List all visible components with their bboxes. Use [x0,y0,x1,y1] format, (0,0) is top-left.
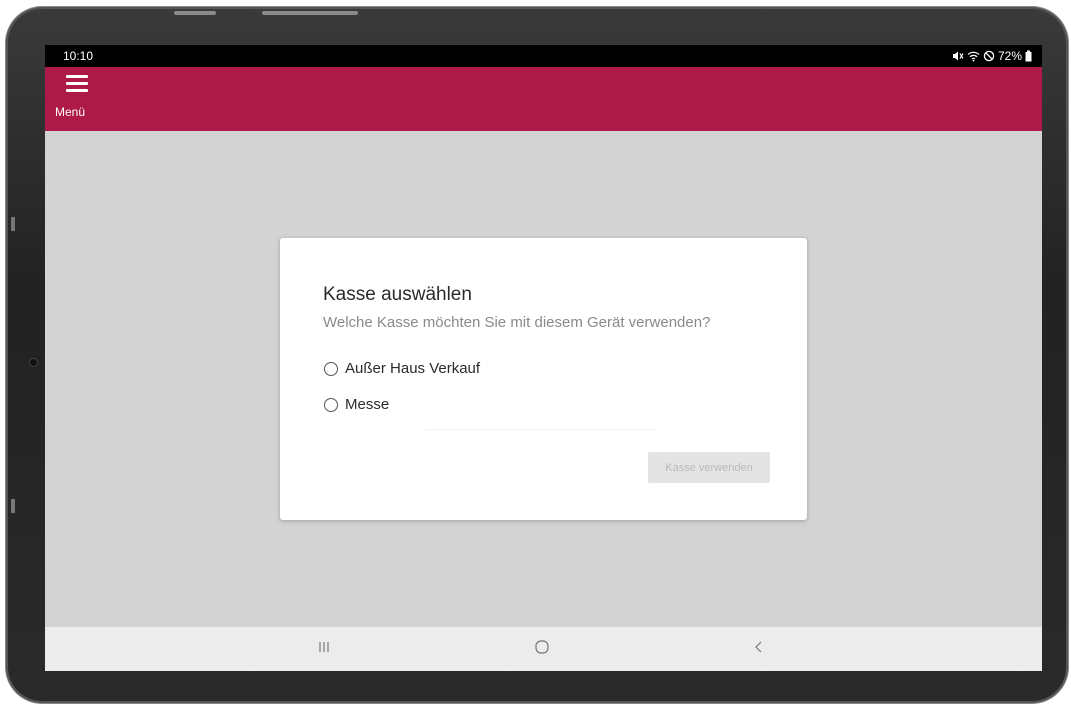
home-button[interactable] [522,635,562,663]
app-bar: Menü [45,67,1042,131]
recent-apps-icon [317,640,331,659]
wifi-icon [967,50,980,62]
radio-button-icon[interactable] [324,361,338,376]
status-bar: 10:10 72% [45,45,1042,67]
select-register-dialog: Kasse auswählen Welche Kasse möchten Sie… [280,238,807,520]
menu-label: Menü [55,105,86,119]
divider [426,429,656,430]
home-icon [534,639,550,660]
register-option-label: Messe [345,396,390,413]
hamburger-icon [66,75,88,95]
do-not-disturb-icon [983,50,995,62]
radio-button-icon[interactable] [324,397,338,412]
register-option[interactable]: Messe [324,396,389,413]
side-button [11,499,15,513]
register-option-label: Außer Haus Verkauf [345,360,481,377]
battery-text: 72% [997,49,1022,63]
status-time: 10:10 [63,49,94,63]
back-icon [753,640,765,659]
battery-icon [1025,50,1032,62]
use-register-button[interactable]: Kasse verwenden [648,452,770,483]
screen: 10:10 72% Menü Kasse auswählen Welche Ka… [45,45,1042,671]
front-camera [30,359,37,366]
register-option[interactable]: Außer Haus Verkauf [324,360,480,377]
back-button[interactable] [739,635,779,663]
power-button [262,11,358,15]
status-icons: 72% [952,49,1032,63]
side-button [11,217,15,231]
mute-icon [952,50,964,62]
dialog-title: Kasse auswählen [323,284,472,305]
volume-button [174,11,216,15]
dialog-subtitle: Welche Kasse möchten Sie mit diesem Gerä… [323,314,711,331]
recent-apps-button[interactable] [304,635,344,663]
menu-button[interactable]: Menü [55,73,99,121]
system-nav-bar [45,627,1042,671]
